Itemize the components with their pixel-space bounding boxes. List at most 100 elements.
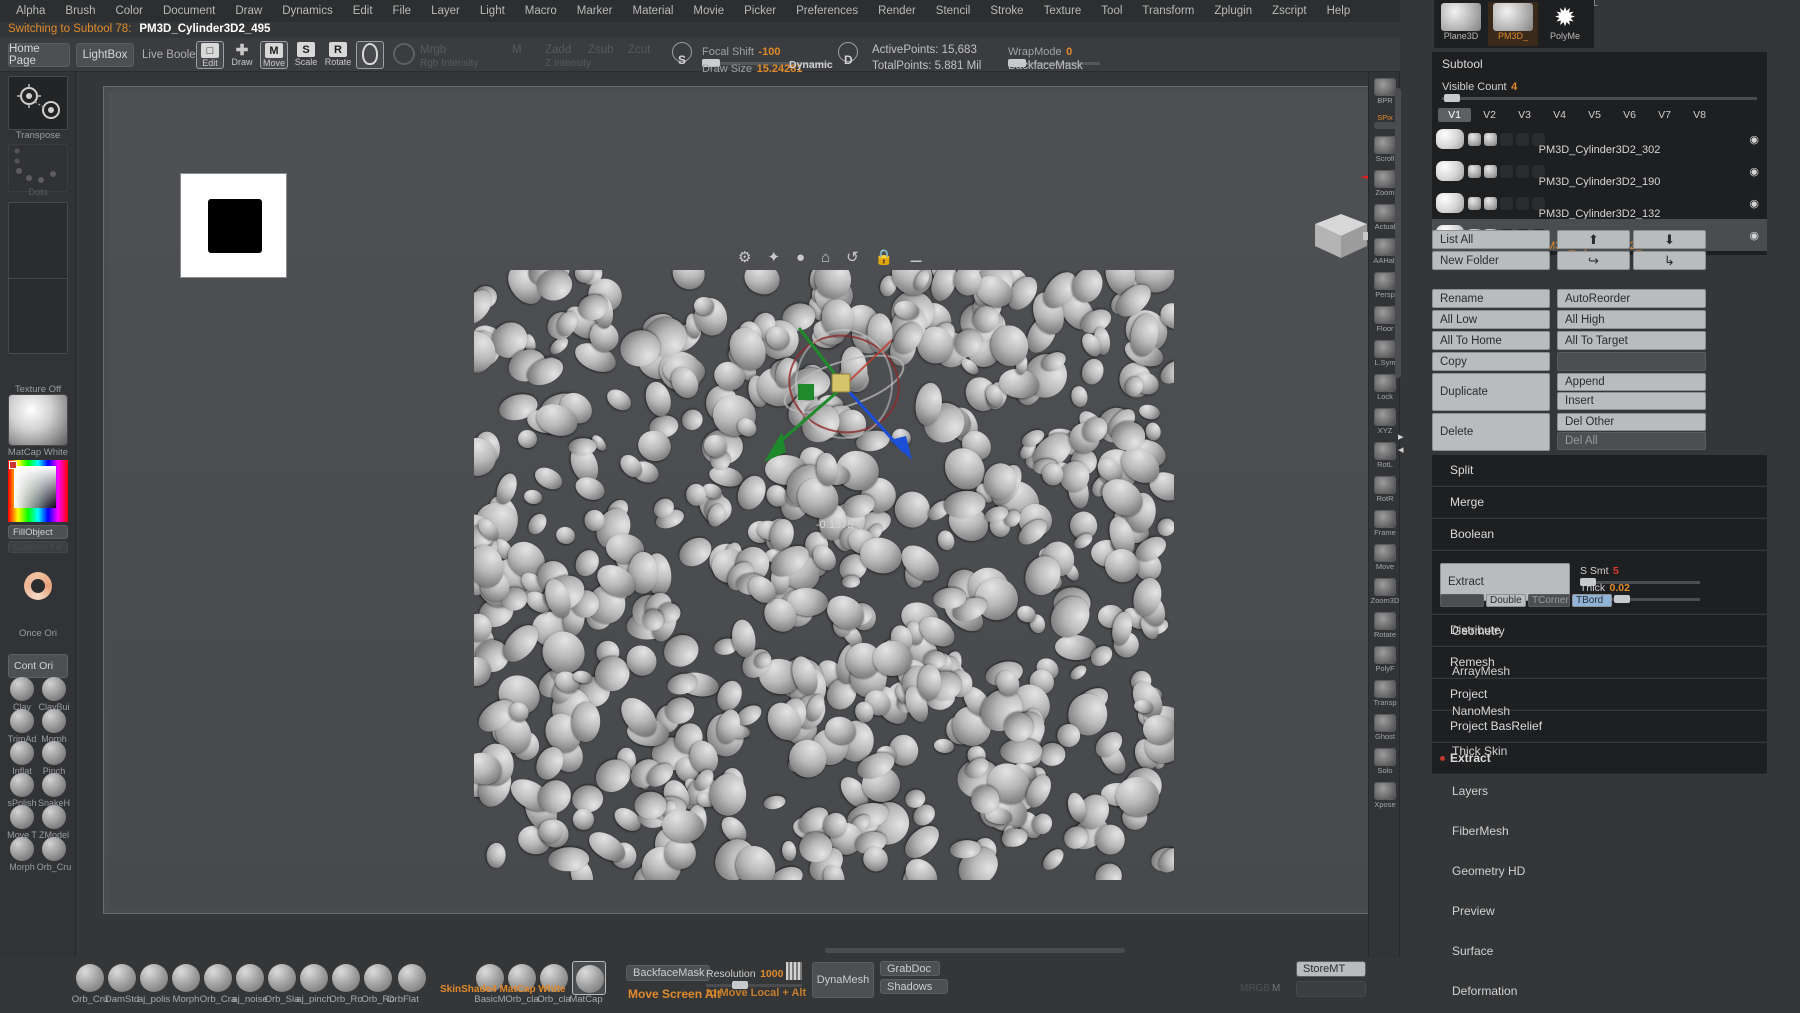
menu-item-transform[interactable]: Transform xyxy=(1132,2,1204,20)
view-column-v4[interactable]: V4 xyxy=(1543,108,1576,122)
m-toggle-label[interactable]: M xyxy=(512,44,522,56)
ruler-icon[interactable]: ⚊ xyxy=(909,248,923,266)
rail-polyf-button[interactable]: PolyF xyxy=(1371,644,1399,674)
z-intensity-label[interactable]: Z Intensity xyxy=(545,58,591,69)
menu-item-zscript[interactable]: Zscript xyxy=(1262,2,1317,20)
palette-arraymesh[interactable]: ArrayMesh xyxy=(1432,654,1767,688)
menu-item-color[interactable]: Color xyxy=(105,2,152,20)
subtool-row[interactable]: ◉ PM3D_Cylinder3D2_132 xyxy=(1432,187,1767,220)
color-swatch-primary[interactable] xyxy=(9,461,17,469)
canvas-scrollbar-horizontal[interactable] xyxy=(825,948,1125,953)
material-selector[interactable] xyxy=(8,394,68,446)
gizmo-hud-toolbar[interactable]: ⚙ ✦ ● ⌂ ↺ 🔒 ⚊ xyxy=(738,248,923,267)
palette-geometry[interactable]: Geometry xyxy=(1432,614,1767,648)
menu-item-movie[interactable]: Movie xyxy=(683,2,734,20)
menu-item-tool[interactable]: Tool xyxy=(1091,2,1132,20)
bottom-brush-orb-cra[interactable] xyxy=(204,964,232,992)
subtool-move-right-button[interactable]: ↪ xyxy=(1557,251,1630,270)
rail-solo-button[interactable]: Solo xyxy=(1371,746,1399,776)
subtool-row[interactable]: ◉ PM3D_Cylinder3D2_302 xyxy=(1432,123,1767,156)
draw-mode-button[interactable]: ✚ Draw xyxy=(228,41,256,69)
bottom-brush-morph[interactable] xyxy=(172,964,200,992)
extract-blank-button[interactable] xyxy=(1440,594,1484,607)
menu-item-zplugin[interactable]: Zplugin xyxy=(1204,2,1262,20)
canvas-scrollbar-vertical[interactable] xyxy=(1395,88,1401,378)
subtool-down-arrow-button[interactable]: ⬇ xyxy=(1633,230,1706,249)
rail-rotate-button[interactable]: Rotate xyxy=(1371,610,1399,640)
tool-thumb-plane3d[interactable]: Plane3D xyxy=(1436,2,1486,46)
menu-item-draw[interactable]: Draw xyxy=(225,2,272,20)
zcut-label[interactable]: Zcut xyxy=(628,44,650,56)
color-picker[interactable] xyxy=(8,460,68,522)
grabdoc-button[interactable]: GrabDoc xyxy=(880,961,940,976)
dynamesh-button[interactable]: DynaMesh xyxy=(812,962,874,998)
sculpted-pebble-mesh[interactable] xyxy=(474,270,1174,880)
subtool-move-down-button[interactable]: ↳ xyxy=(1633,251,1706,270)
move-mode-button[interactable]: M Move xyxy=(260,41,288,69)
visible-count-knob[interactable] xyxy=(1444,94,1460,102)
menu-item-material[interactable]: Material xyxy=(623,2,684,20)
current-brush-preview[interactable] xyxy=(8,76,68,130)
view-column-v8[interactable]: V8 xyxy=(1683,108,1716,122)
menu-item-dynamics[interactable]: Dynamics xyxy=(272,2,342,20)
palette-nanomesh[interactable]: NanoMesh xyxy=(1432,694,1767,728)
gradient-fill-button[interactable]: Gradient Fill xyxy=(8,541,68,553)
subtool-copy-button[interactable]: Copy xyxy=(1432,352,1550,371)
quick-brush-inflat[interactable] xyxy=(10,741,34,765)
quick-brush-clay[interactable] xyxy=(10,677,34,701)
subtool-insert-button[interactable]: Insert xyxy=(1557,392,1706,410)
menu-item-macro[interactable]: Macro xyxy=(515,2,567,20)
mrgb-bottom-label[interactable]: MRGB xyxy=(1240,983,1270,994)
quick-brush-spolish[interactable] xyxy=(10,773,34,797)
zsphere-button[interactable] xyxy=(356,41,384,69)
view-column-v7[interactable]: V7 xyxy=(1648,108,1681,122)
tcorner-button[interactable]: TCorner xyxy=(1528,594,1570,607)
panel-collapse-arrows[interactable]: ▸ ◂ xyxy=(1398,430,1408,458)
menu-item-light[interactable]: Light xyxy=(470,2,515,20)
menu-item-picker[interactable]: Picker xyxy=(734,2,786,20)
palette-fibermesh[interactable]: FiberMesh xyxy=(1432,814,1767,848)
menu-item-brush[interactable]: Brush xyxy=(55,2,105,20)
subtool-new-folder-button[interactable]: New Folder xyxy=(1432,251,1550,270)
cont-ori-button[interactable]: Cont Ori xyxy=(8,654,68,678)
subtool-rename-button[interactable]: Rename xyxy=(1432,289,1550,308)
bottom-brush-orb-sla[interactable] xyxy=(268,964,296,992)
canvas-area[interactable]: ⚙ ✦ ● ⌂ ↺ 🔒 ⚊ -0.1375 xyxy=(76,72,1570,957)
scale-mode-button[interactable]: S Scale xyxy=(292,41,320,69)
backface-mask-button[interactable]: BackfaceMask xyxy=(626,965,710,981)
view-column-headers[interactable]: V1 V2 V3 V4 V5 V6 V7 V8 xyxy=(1432,106,1767,123)
mrgb-label[interactable]: Mrgb xyxy=(420,44,446,56)
alpha-selector[interactable] xyxy=(8,202,68,286)
bottom-brush-damstd[interactable] xyxy=(108,964,136,992)
double-extract-button[interactable]: Double xyxy=(1486,594,1526,607)
rail-transp-button[interactable]: Transp xyxy=(1371,678,1399,708)
rail-zoom3d-button[interactable]: Zoom3D xyxy=(1371,576,1399,606)
store-mt-secondary-button[interactable] xyxy=(1296,981,1366,997)
subtool-title[interactable]: Subtool xyxy=(1432,52,1767,76)
backface-mask-toolbar-label[interactable]: BackfaceMask xyxy=(1008,60,1083,72)
quick-brush-move-t[interactable] xyxy=(10,805,34,829)
matcap-icon[interactable] xyxy=(576,965,604,993)
subtool-all-low-button[interactable]: All Low xyxy=(1432,310,1550,329)
quick-brush-claybui[interactable] xyxy=(42,677,66,701)
menu-item-document[interactable]: Document xyxy=(153,2,225,20)
rail-xpose-button[interactable]: Xpose xyxy=(1371,780,1399,810)
menu-item-preferences[interactable]: Preferences xyxy=(786,2,868,20)
menu-item-alpha[interactable]: Alpha xyxy=(6,2,55,20)
quick-brush-trimad[interactable] xyxy=(10,709,34,733)
bottom-brush-orb-ro[interactable] xyxy=(332,964,360,992)
palette-thick-skin[interactable]: Thick Skin xyxy=(1432,734,1767,768)
subtool-section-split[interactable]: Split xyxy=(1432,455,1767,486)
rotate-mode-button[interactable]: R Rotate xyxy=(324,41,352,69)
subtool-append-button[interactable]: Append xyxy=(1557,373,1706,391)
quick-brush-pinch[interactable] xyxy=(42,741,66,765)
rail-ghost-button[interactable]: Ghost xyxy=(1371,712,1399,742)
tool-thumb-pm3d-[interactable]: PM3D_ xyxy=(1488,2,1538,46)
orientation-dial[interactable] xyxy=(24,572,52,600)
quick-brush-snakeh[interactable] xyxy=(42,773,66,797)
menu-item-layer[interactable]: Layer xyxy=(421,2,470,20)
subtool-section-merge[interactable]: Merge xyxy=(1432,487,1767,518)
home-page-button[interactable]: Home Page xyxy=(8,43,70,67)
palette-deformation[interactable]: Deformation xyxy=(1432,974,1767,1008)
lightbox-button[interactable]: LightBox xyxy=(76,43,134,67)
